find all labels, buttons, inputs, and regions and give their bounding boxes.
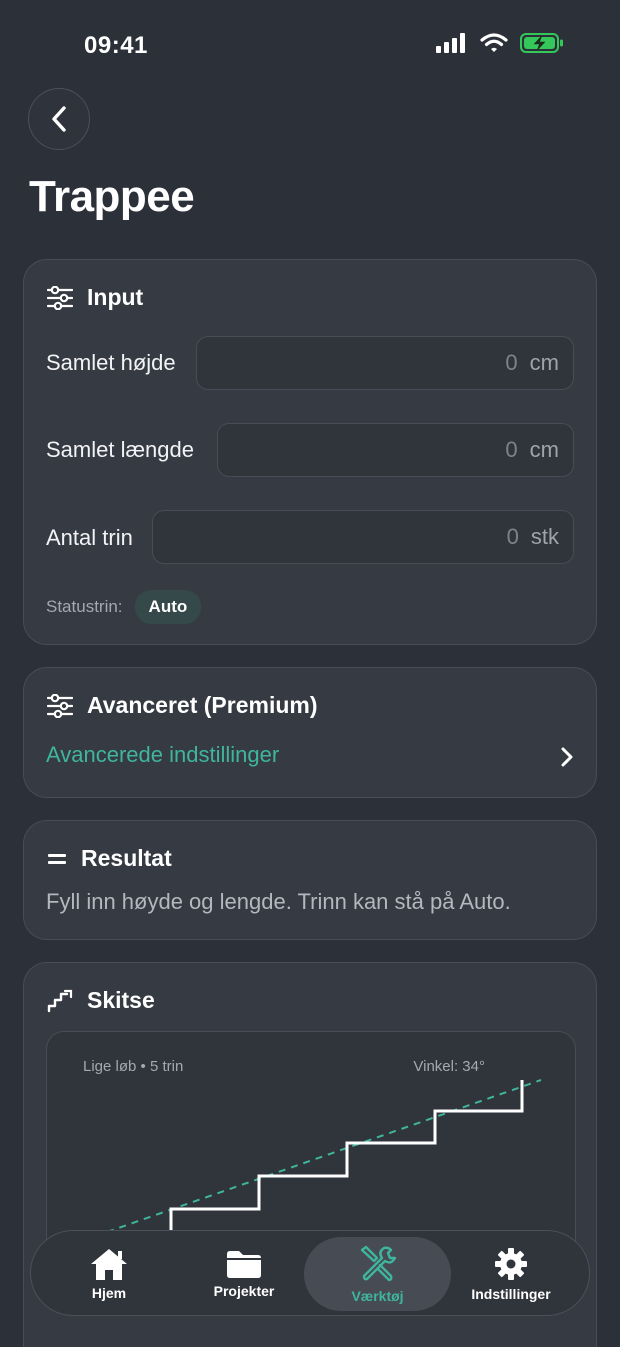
height-value: 0 [505,350,518,375]
result-card: Resultat Fyll inn høyde og lengde. Trinn… [23,820,597,940]
steps-input[interactable]: 0 stk [152,510,574,564]
advanced-card-title: Avanceret (Premium) [87,692,318,718]
length-value: 0 [505,437,518,462]
result-text: Fyll inn høyde og lengde. Trinn kan stå … [46,889,511,914]
sliders-icon [47,693,73,718]
tab-tools-label: Værktøj [351,1288,404,1304]
wifi-icon [480,33,508,52]
status-bar: 09:41 [0,0,620,90]
tab-home-label: Hjem [91,1285,127,1301]
input-card-title: Input [87,284,144,310]
battery-charging-icon [520,33,563,53]
steps-label: Antal trin [46,525,133,550]
tab-tools[interactable]: Værktøj [304,1237,451,1311]
tab-bar: Hjem Projekter Værktøj Indstillinger [30,1230,590,1316]
tab-projects-label: Projekter [213,1283,275,1299]
tools-icon [360,1245,396,1282]
status-time: 09:41 [84,32,148,59]
length-input[interactable]: 0 cm [217,423,574,477]
chevron-left-icon [52,106,66,132]
input-card: Input Samlet højde 0 cm Samlet længde 0 … [23,259,597,645]
chevron-right-icon[interactable] [560,746,574,768]
advanced-card-header: Avanceret (Premium) [47,692,318,719]
tab-home[interactable]: Hjem [41,1237,177,1311]
status-icons [436,33,564,53]
home-icon [91,1249,127,1280]
height-input[interactable]: 0 cm [196,336,574,390]
gear-icon [495,1248,527,1280]
height-label: Samlet højde [46,350,176,375]
stairs-icon [47,989,73,1012]
sketch-card-title: Skitse [87,987,155,1013]
sketch-card-header: Skitse [47,987,155,1014]
advanced-card[interactable]: Avanceret (Premium) Avancerede indstilli… [23,667,597,798]
length-label: Samlet længde [46,437,194,462]
status-label: Statustrin: [46,597,123,616]
auto-badge[interactable]: Auto [134,590,202,624]
steps-unit: stk [530,524,559,549]
screen: 09:41 Trappee Input Samlet højde 0 cm Sa… [0,0,620,1347]
sliders-icon [47,285,73,310]
signal-icon [436,33,465,53]
tab-projects[interactable]: Projekter [174,1237,314,1311]
result-card-header: Resultat [47,845,172,872]
back-button[interactable] [28,88,90,150]
tab-settings[interactable]: Indstillinger [443,1237,579,1311]
tab-settings-label: Indstillinger [471,1286,551,1302]
folder-icon [227,1251,261,1278]
advanced-settings-link[interactable]: Avancerede indstillinger [46,742,279,768]
page-title: Trappee [29,172,195,221]
result-card-title: Resultat [81,845,172,871]
equals-icon [48,853,66,864]
input-card-header: Input [47,284,143,311]
steps-value: 0 [506,524,519,549]
height-unit: cm [529,350,559,375]
status-row: Statustrin: Auto [46,590,202,624]
length-unit: cm [529,437,559,462]
